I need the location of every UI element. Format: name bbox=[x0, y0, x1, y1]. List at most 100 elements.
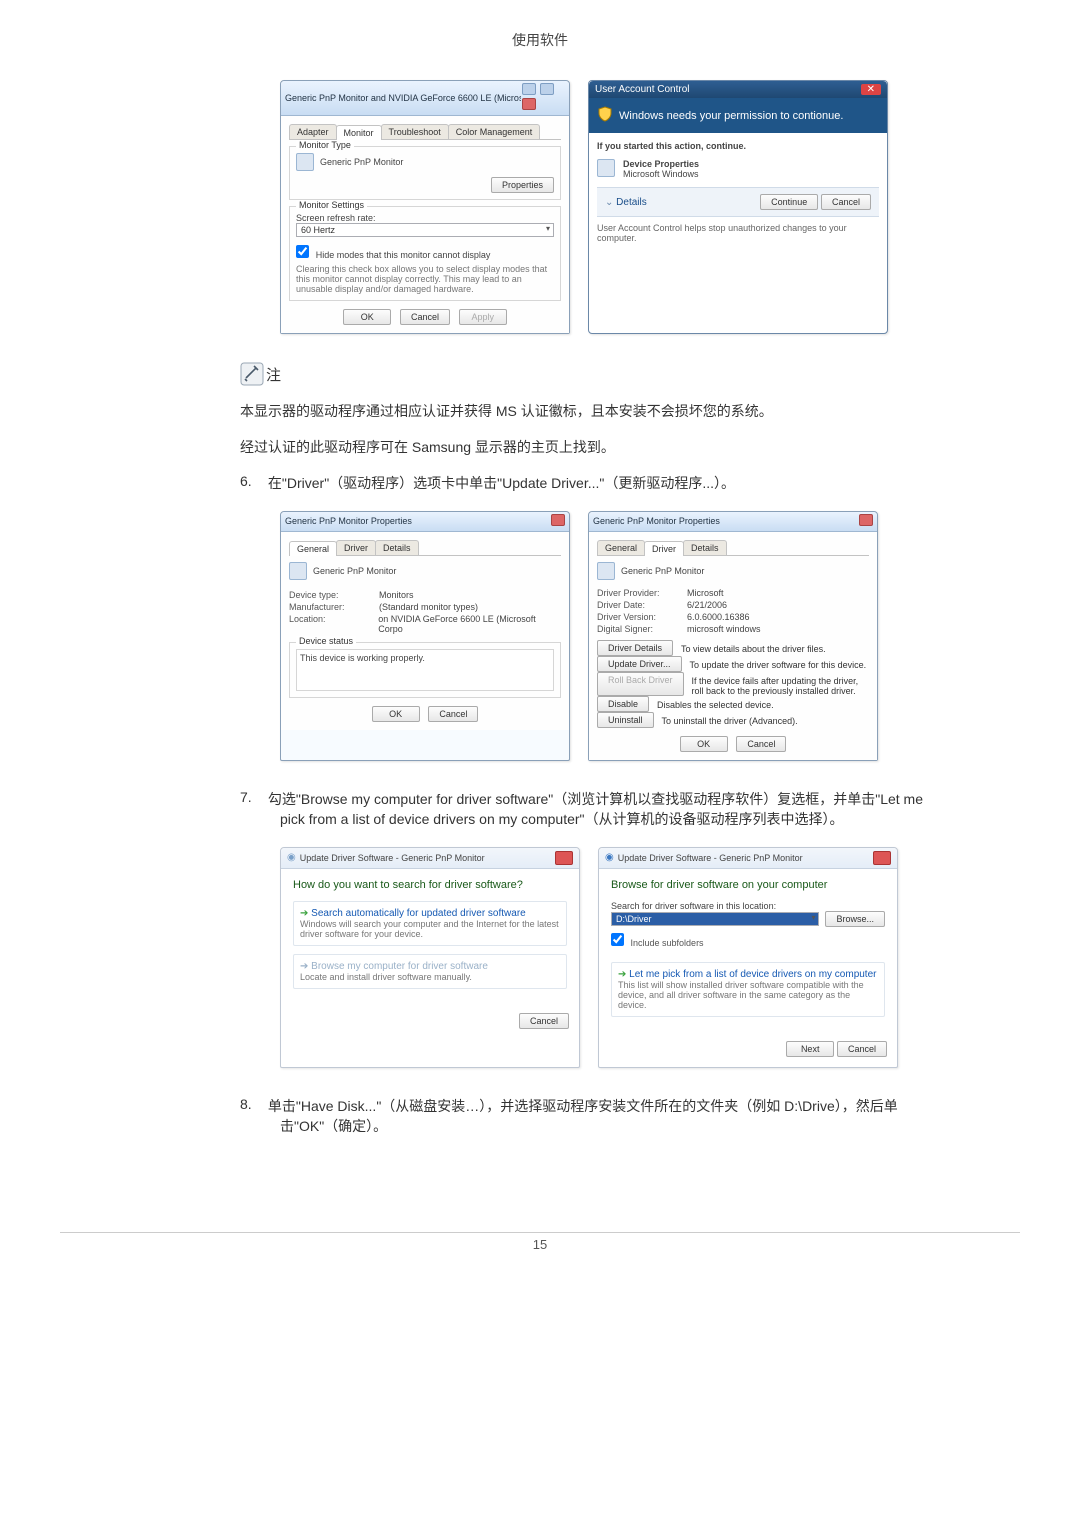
tab-monitor[interactable]: Monitor bbox=[336, 125, 382, 140]
uac-footnote: User Account Control helps stop unauthor… bbox=[597, 223, 879, 243]
wizard-browse-heading: Browse for driver software on your compu… bbox=[611, 879, 885, 891]
window-control-buttons[interactable] bbox=[521, 83, 565, 113]
tab-details[interactable]: Details bbox=[683, 540, 727, 555]
refresh-rate-select[interactable]: 60 Hertz bbox=[296, 223, 554, 237]
step6-number: 6. bbox=[240, 473, 264, 489]
tab-details[interactable]: Details bbox=[375, 540, 419, 555]
option-search-auto[interactable]: ➔ Search automatically for updated drive… bbox=[293, 901, 567, 946]
properties-button[interactable]: Properties bbox=[491, 177, 554, 193]
provider-v: Microsoft bbox=[687, 588, 724, 598]
step7-text: 勾选"Browse my computer for driver softwar… bbox=[268, 791, 923, 827]
apply-button: Apply bbox=[459, 309, 507, 325]
version-k: Driver Version: bbox=[597, 612, 677, 622]
tab-driver[interactable]: Driver bbox=[644, 541, 684, 556]
uac-banner-text: Windows needs your permission to contion… bbox=[619, 110, 843, 122]
update-driver-button[interactable]: Update Driver... bbox=[597, 656, 682, 672]
ok-button[interactable]: OK bbox=[343, 309, 391, 325]
note-para-1: 本显示器的驱动程序通过相应认证并获得 MS 认证徽标，且本安装不会损坏您的系统。 bbox=[240, 400, 940, 422]
tab-general[interactable]: General bbox=[289, 541, 337, 556]
uac-titlebar: User Account Control bbox=[595, 84, 690, 95]
include-subfolders-label: Include subfolders bbox=[631, 938, 704, 948]
step6-text: 在"Driver"（驱动程序）选项卡中单击"Update Driver..."（… bbox=[268, 475, 735, 491]
props-driver-dialog: Generic PnP Monitor Properties General D… bbox=[588, 511, 878, 761]
cancel-button[interactable]: Cancel bbox=[821, 194, 871, 210]
monitor-icon bbox=[289, 562, 307, 580]
browse-button[interactable]: Browse... bbox=[825, 911, 885, 927]
option-search-auto-title: Search automatically for updated driver … bbox=[311, 908, 526, 919]
shield-icon bbox=[597, 106, 613, 125]
props-driver-device-name: Generic PnP Monitor bbox=[621, 566, 704, 576]
wizard-search-title: Update Driver Software - Generic PnP Mon… bbox=[300, 853, 485, 863]
option-browse-desc: Locate and install driver software manua… bbox=[300, 972, 560, 982]
props-driver-title: Generic PnP Monitor Properties bbox=[593, 516, 720, 526]
maximize-icon[interactable] bbox=[540, 83, 554, 95]
close-icon[interactable] bbox=[873, 851, 891, 865]
minimize-icon[interactable] bbox=[522, 83, 536, 95]
date-k: Driver Date: bbox=[597, 600, 677, 610]
option-browse[interactable]: ➔ Browse my computer for driver software… bbox=[293, 954, 567, 989]
wizard-browse-title: Update Driver Software - Generic PnP Mon… bbox=[618, 853, 803, 863]
device-status-label: Device status bbox=[296, 636, 356, 646]
cancel-button[interactable]: Cancel bbox=[428, 706, 478, 722]
monitor-settings-group-label: Monitor Settings bbox=[296, 200, 367, 210]
continue-button[interactable]: Continue bbox=[760, 194, 818, 210]
close-icon[interactable] bbox=[859, 514, 873, 526]
version-v: 6.0.6000.16386 bbox=[687, 612, 750, 622]
uninstall-desc: To uninstall the driver (Advanced). bbox=[662, 712, 869, 728]
step7-number: 7. bbox=[240, 789, 264, 805]
option-browse-title: Browse my computer for driver software bbox=[311, 961, 488, 972]
arrow-icon: ➔ bbox=[300, 908, 311, 919]
cancel-button[interactable]: Cancel bbox=[400, 309, 450, 325]
details-toggle[interactable]: Details bbox=[616, 197, 647, 208]
update-driver-desc: To update the driver software for this d… bbox=[690, 656, 869, 672]
monitor-dialog-title: Generic PnP Monitor and NVIDIA GeForce 6… bbox=[285, 93, 521, 103]
next-button[interactable]: Next bbox=[786, 1041, 834, 1057]
manufacturer-k: Manufacturer: bbox=[289, 602, 369, 612]
chevron-down-icon[interactable]: ⌄ bbox=[605, 197, 613, 208]
cancel-button[interactable]: Cancel bbox=[837, 1041, 887, 1057]
page-number: 15 bbox=[60, 1232, 1020, 1252]
monitor-icon bbox=[296, 153, 314, 171]
disable-button[interactable]: Disable bbox=[597, 696, 649, 712]
cancel-button[interactable]: Cancel bbox=[519, 1013, 569, 1029]
close-icon[interactable]: ✕ bbox=[861, 84, 881, 95]
tab-troubleshoot[interactable]: Troubleshoot bbox=[381, 124, 449, 139]
location-k: Location: bbox=[289, 614, 368, 634]
step8-number: 8. bbox=[240, 1096, 264, 1112]
close-icon[interactable] bbox=[522, 98, 536, 110]
tab-driver[interactable]: Driver bbox=[336, 540, 376, 555]
driver-details-desc: To view details about the driver files. bbox=[681, 640, 869, 656]
tab-general[interactable]: General bbox=[597, 540, 645, 555]
back-icon[interactable]: ◉ bbox=[605, 852, 614, 863]
note-icon: 注 bbox=[240, 362, 281, 386]
driver-details-button[interactable]: Driver Details bbox=[597, 640, 673, 656]
include-subfolders-checkbox[interactable] bbox=[611, 933, 624, 946]
path-combo[interactable]: D:\Driver bbox=[611, 912, 819, 926]
option-search-auto-desc: Windows will search your computer and th… bbox=[300, 919, 560, 939]
ok-button[interactable]: OK bbox=[680, 736, 728, 752]
hide-modes-checkbox[interactable] bbox=[296, 245, 309, 258]
screenshot-row-3: ◉ Update Driver Software - Generic PnP M… bbox=[280, 847, 1020, 1068]
location-v: on NVIDIA GeForce 6600 LE (Microsoft Cor… bbox=[378, 614, 561, 634]
hide-modes-desc: Clearing this check box allows you to se… bbox=[296, 264, 554, 294]
uninstall-button[interactable]: Uninstall bbox=[597, 712, 654, 728]
cancel-button[interactable]: Cancel bbox=[736, 736, 786, 752]
screenshot-row-2: Generic PnP Monitor Properties General D… bbox=[280, 511, 1020, 761]
signer-k: Digital Signer: bbox=[597, 624, 677, 634]
arrow-icon: ➔ bbox=[618, 969, 629, 980]
option-pick-desc: This list will show installed driver sof… bbox=[618, 980, 878, 1010]
device-type-k: Device type: bbox=[289, 590, 369, 600]
wizard-browse-dialog: ◉ Update Driver Software - Generic PnP M… bbox=[598, 847, 898, 1068]
close-icon[interactable] bbox=[555, 851, 573, 865]
back-icon[interactable]: ◉ bbox=[287, 852, 296, 863]
tab-color-management[interactable]: Color Management bbox=[448, 124, 541, 139]
note-label: 注 bbox=[266, 364, 281, 385]
close-icon[interactable] bbox=[551, 514, 565, 526]
ok-button[interactable]: OK bbox=[372, 706, 420, 722]
tab-adapter[interactable]: Adapter bbox=[289, 124, 337, 139]
device-type-v: Monitors bbox=[379, 590, 414, 600]
option-pick-from-list[interactable]: ➔ Let me pick from a list of device driv… bbox=[611, 962, 885, 1017]
arrow-icon: ➔ bbox=[300, 961, 311, 972]
manufacturer-v: (Standard monitor types) bbox=[379, 602, 478, 612]
refresh-rate-label: Screen refresh rate: bbox=[296, 213, 554, 223]
